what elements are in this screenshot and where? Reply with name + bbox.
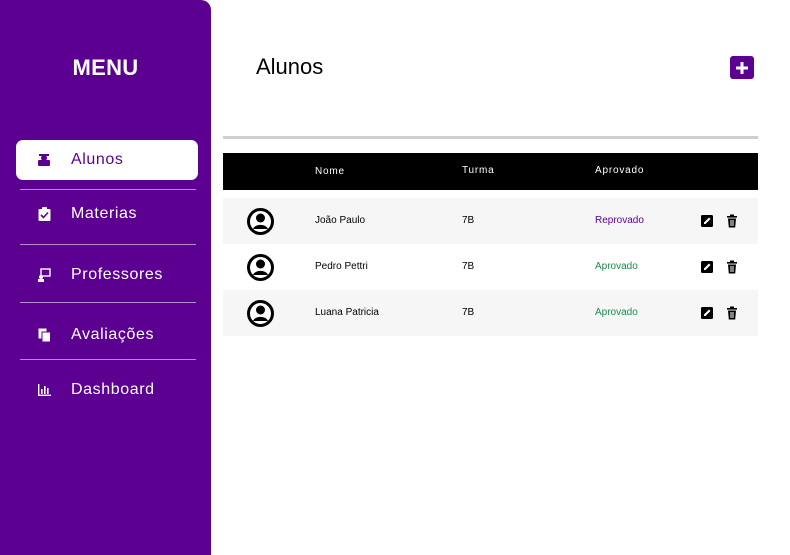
table-row: Pedro Pettri 7B Aprovado [223, 244, 758, 290]
delete-icon[interactable] [725, 214, 739, 228]
divider [20, 189, 196, 190]
documents-icon [36, 327, 52, 343]
student-class: 7B [462, 307, 475, 318]
delete-icon[interactable] [725, 260, 739, 274]
divider [20, 302, 196, 303]
user-avatar-icon [247, 208, 274, 235]
plus-square-icon [736, 61, 748, 74]
teacher-board-icon [36, 267, 52, 283]
page-title: Alunos [256, 54, 324, 79]
sidebar-item-alunos[interactable]: Alunos [16, 140, 198, 180]
clipboard-check-icon [36, 206, 52, 222]
table-row: Luana Patricia 7B Aprovado [223, 290, 758, 336]
student-class: 7B [462, 261, 475, 272]
status-label: Aprovado [595, 261, 638, 272]
column-header-nome: Nome [315, 166, 345, 177]
sidebar-item-label: Materias [71, 205, 138, 222]
column-header-turma: Turma [462, 165, 495, 176]
user-avatar-icon [247, 300, 274, 327]
column-header-aprovado: Aprovado [595, 165, 645, 176]
status-label: Reprovado [595, 215, 644, 226]
add-student-button[interactable] [730, 56, 754, 79]
student-name: Pedro Pettri [315, 261, 368, 272]
student-name: João Paulo [315, 215, 366, 226]
sidebar-item-label: Avaliações [71, 326, 155, 343]
user-avatar-icon [247, 254, 274, 281]
edit-icon[interactable] [700, 306, 714, 320]
sidebar-item-professores[interactable]: Professores [16, 255, 198, 295]
sidebar-item-label: Professores [71, 266, 163, 283]
status-label: Aprovado [595, 307, 638, 318]
student-class: 7B [462, 215, 475, 226]
delete-icon[interactable] [725, 306, 739, 320]
table-header: Nome Turma Aprovado [223, 153, 758, 190]
sidebar-item-label: Dashboard [71, 381, 155, 398]
bar-chart-icon [36, 382, 52, 398]
student-icon [36, 152, 52, 168]
edit-icon[interactable] [700, 214, 714, 228]
table-row: João Paulo 7B Reprovado [223, 198, 758, 244]
student-name: Luana Patricia [315, 307, 379, 318]
divider [20, 244, 196, 245]
sidebar-item-dashboard[interactable]: Dashboard [16, 370, 198, 410]
divider [223, 136, 758, 139]
divider [20, 359, 196, 360]
sidebar-item-label: Alunos [71, 151, 124, 168]
sidebar: MENU Alunos Materias Professores Avaliaç… [0, 0, 211, 555]
edit-icon[interactable] [700, 260, 714, 274]
menu-title: MENU [72, 55, 139, 80]
sidebar-item-materias[interactable]: Materias [16, 194, 198, 234]
sidebar-item-avaliacoes[interactable]: Avaliações [16, 315, 198, 355]
